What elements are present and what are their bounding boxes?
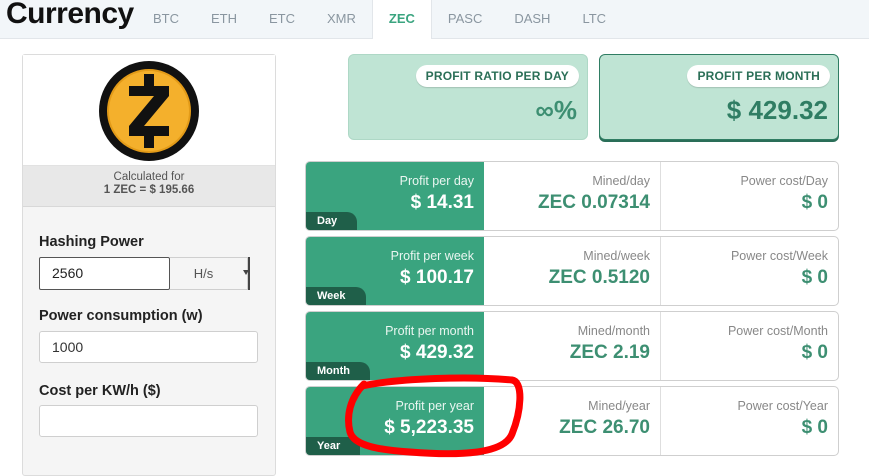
profit-label: Profit per year: [395, 399, 474, 413]
profit-label: Profit per week: [390, 249, 474, 263]
power-cost-value: $ 0: [801, 417, 828, 438]
profit-cell: Profit per year $ 5,223.35 Year: [306, 387, 484, 455]
power-consumption-input[interactable]: 1000: [39, 331, 258, 363]
power-cost-cell: Power cost/Day $ 0: [661, 162, 838, 230]
hashing-power-input[interactable]: 2560: [39, 257, 170, 290]
profit-ratio-label: PROFIT RATIO PER DAY: [415, 65, 579, 87]
mined-value: ZEC 0.07314: [538, 192, 650, 213]
result-row-year: Profit per year $ 5,223.35 Year Mined/ye…: [305, 386, 839, 456]
profit-value: $ 14.31: [410, 192, 474, 213]
tab-zec[interactable]: ZEC: [371, 0, 432, 39]
profit-cell: Profit per week $ 100.17 Week: [306, 237, 484, 305]
power-cost-cell: Power cost/Year $ 0: [661, 387, 838, 455]
mined-value: ZEC 2.19: [569, 342, 650, 363]
profit-month-card: PROFIT PER MONTH $ 429.32: [599, 54, 839, 140]
profit-month-value: $ 429.32: [726, 95, 828, 125]
tab-eth[interactable]: ETH: [195, 0, 253, 38]
tab-etc[interactable]: ETC: [253, 0, 311, 38]
result-row-month: Profit per month $ 429.32 Month Mined/mo…: [305, 311, 839, 381]
tab-btc[interactable]: BTC: [137, 0, 195, 38]
coin-logo-area: [23, 55, 275, 166]
period-badge: Day: [306, 212, 358, 230]
cost-per-kwh-input[interactable]: [39, 405, 258, 437]
profit-value: $ 100.17: [400, 267, 474, 288]
period-badge: Week: [306, 287, 366, 305]
power-cost-label: Power cost/Month: [727, 324, 828, 338]
currency-tabs: BTC ETH ETC XMR ZEC PASC DASH LTC: [137, 0, 622, 39]
page-title: Currency: [6, 0, 134, 30]
hashing-unit-select[interactable]: H/s: [170, 257, 248, 290]
mined-cell: Mined/year ZEC 26.70: [484, 387, 661, 455]
calculated-for-note: Calculated for 1 ZEC = $ 195.66: [23, 166, 275, 207]
zcash-logo-icon: [99, 61, 199, 161]
calculated-for-label: Calculated for: [113, 171, 185, 183]
power-cost-label: Power cost/Week: [730, 249, 828, 263]
tab-pasc[interactable]: PASC: [432, 0, 498, 38]
profit-month-label: PROFIT PER MONTH: [687, 65, 830, 87]
tab-xmr[interactable]: XMR: [311, 0, 372, 38]
calculator-panel: Calculated for 1 ZEC = $ 195.66 Hashing …: [22, 54, 276, 476]
power-cost-value: $ 0: [801, 267, 828, 288]
mined-value: ZEC 0.5120: [548, 267, 650, 288]
power-cost-cell: Power cost/Week $ 0: [661, 237, 838, 305]
mined-label: Mined/year: [588, 399, 650, 413]
profit-ratio-card: PROFIT RATIO PER DAY ∞%: [348, 54, 588, 140]
power-cost-value: $ 0: [801, 192, 828, 213]
mined-value: ZEC 26.70: [559, 417, 650, 438]
tab-dash[interactable]: DASH: [498, 0, 566, 38]
power-cost-label: Power cost/Year: [737, 399, 828, 413]
mined-cell: Mined/month ZEC 2.19: [484, 312, 661, 380]
profit-cell: Profit per day $ 14.31 Day: [306, 162, 484, 230]
top-bar: Currency BTC ETH ETC XMR ZEC PASC DASH L…: [0, 0, 869, 39]
mined-cell: Mined/week ZEC 0.5120: [484, 237, 661, 305]
profit-value: $ 5,223.35: [384, 417, 474, 438]
profit-ratio-value: ∞%: [535, 95, 577, 125]
mined-label: Mined/week: [583, 249, 650, 263]
mined-cell: Mined/day ZEC 0.07314: [484, 162, 661, 230]
result-row-week: Profit per week $ 100.17 Week Mined/week…: [305, 236, 839, 306]
power-consumption-label: Power consumption (w): [39, 308, 203, 324]
mined-label: Mined/month: [577, 324, 650, 338]
cost-per-kwh-label: Cost per KW/h ($): [39, 383, 161, 399]
result-row-day: Profit per day $ 14.31 Day Mined/day ZEC…: [305, 161, 839, 231]
tab-ltc[interactable]: LTC: [566, 0, 622, 38]
power-cost-label: Power cost/Day: [740, 174, 828, 188]
chevron-down-icon[interactable]: [243, 257, 250, 290]
profit-cell: Profit per month $ 429.32 Month: [306, 312, 484, 380]
profit-label: Profit per month: [385, 324, 474, 338]
period-badge: Month: [306, 362, 370, 380]
mined-label: Mined/day: [592, 174, 650, 188]
profit-label: Profit per day: [399, 174, 474, 188]
power-cost-cell: Power cost/Month $ 0: [661, 312, 838, 380]
period-badge: Year: [306, 437, 361, 455]
power-cost-value: $ 0: [801, 342, 828, 363]
exchange-rate: 1 ZEC = $ 195.66: [103, 184, 195, 196]
hashing-power-label: Hashing Power: [39, 234, 144, 250]
profit-value: $ 429.32: [400, 342, 474, 363]
